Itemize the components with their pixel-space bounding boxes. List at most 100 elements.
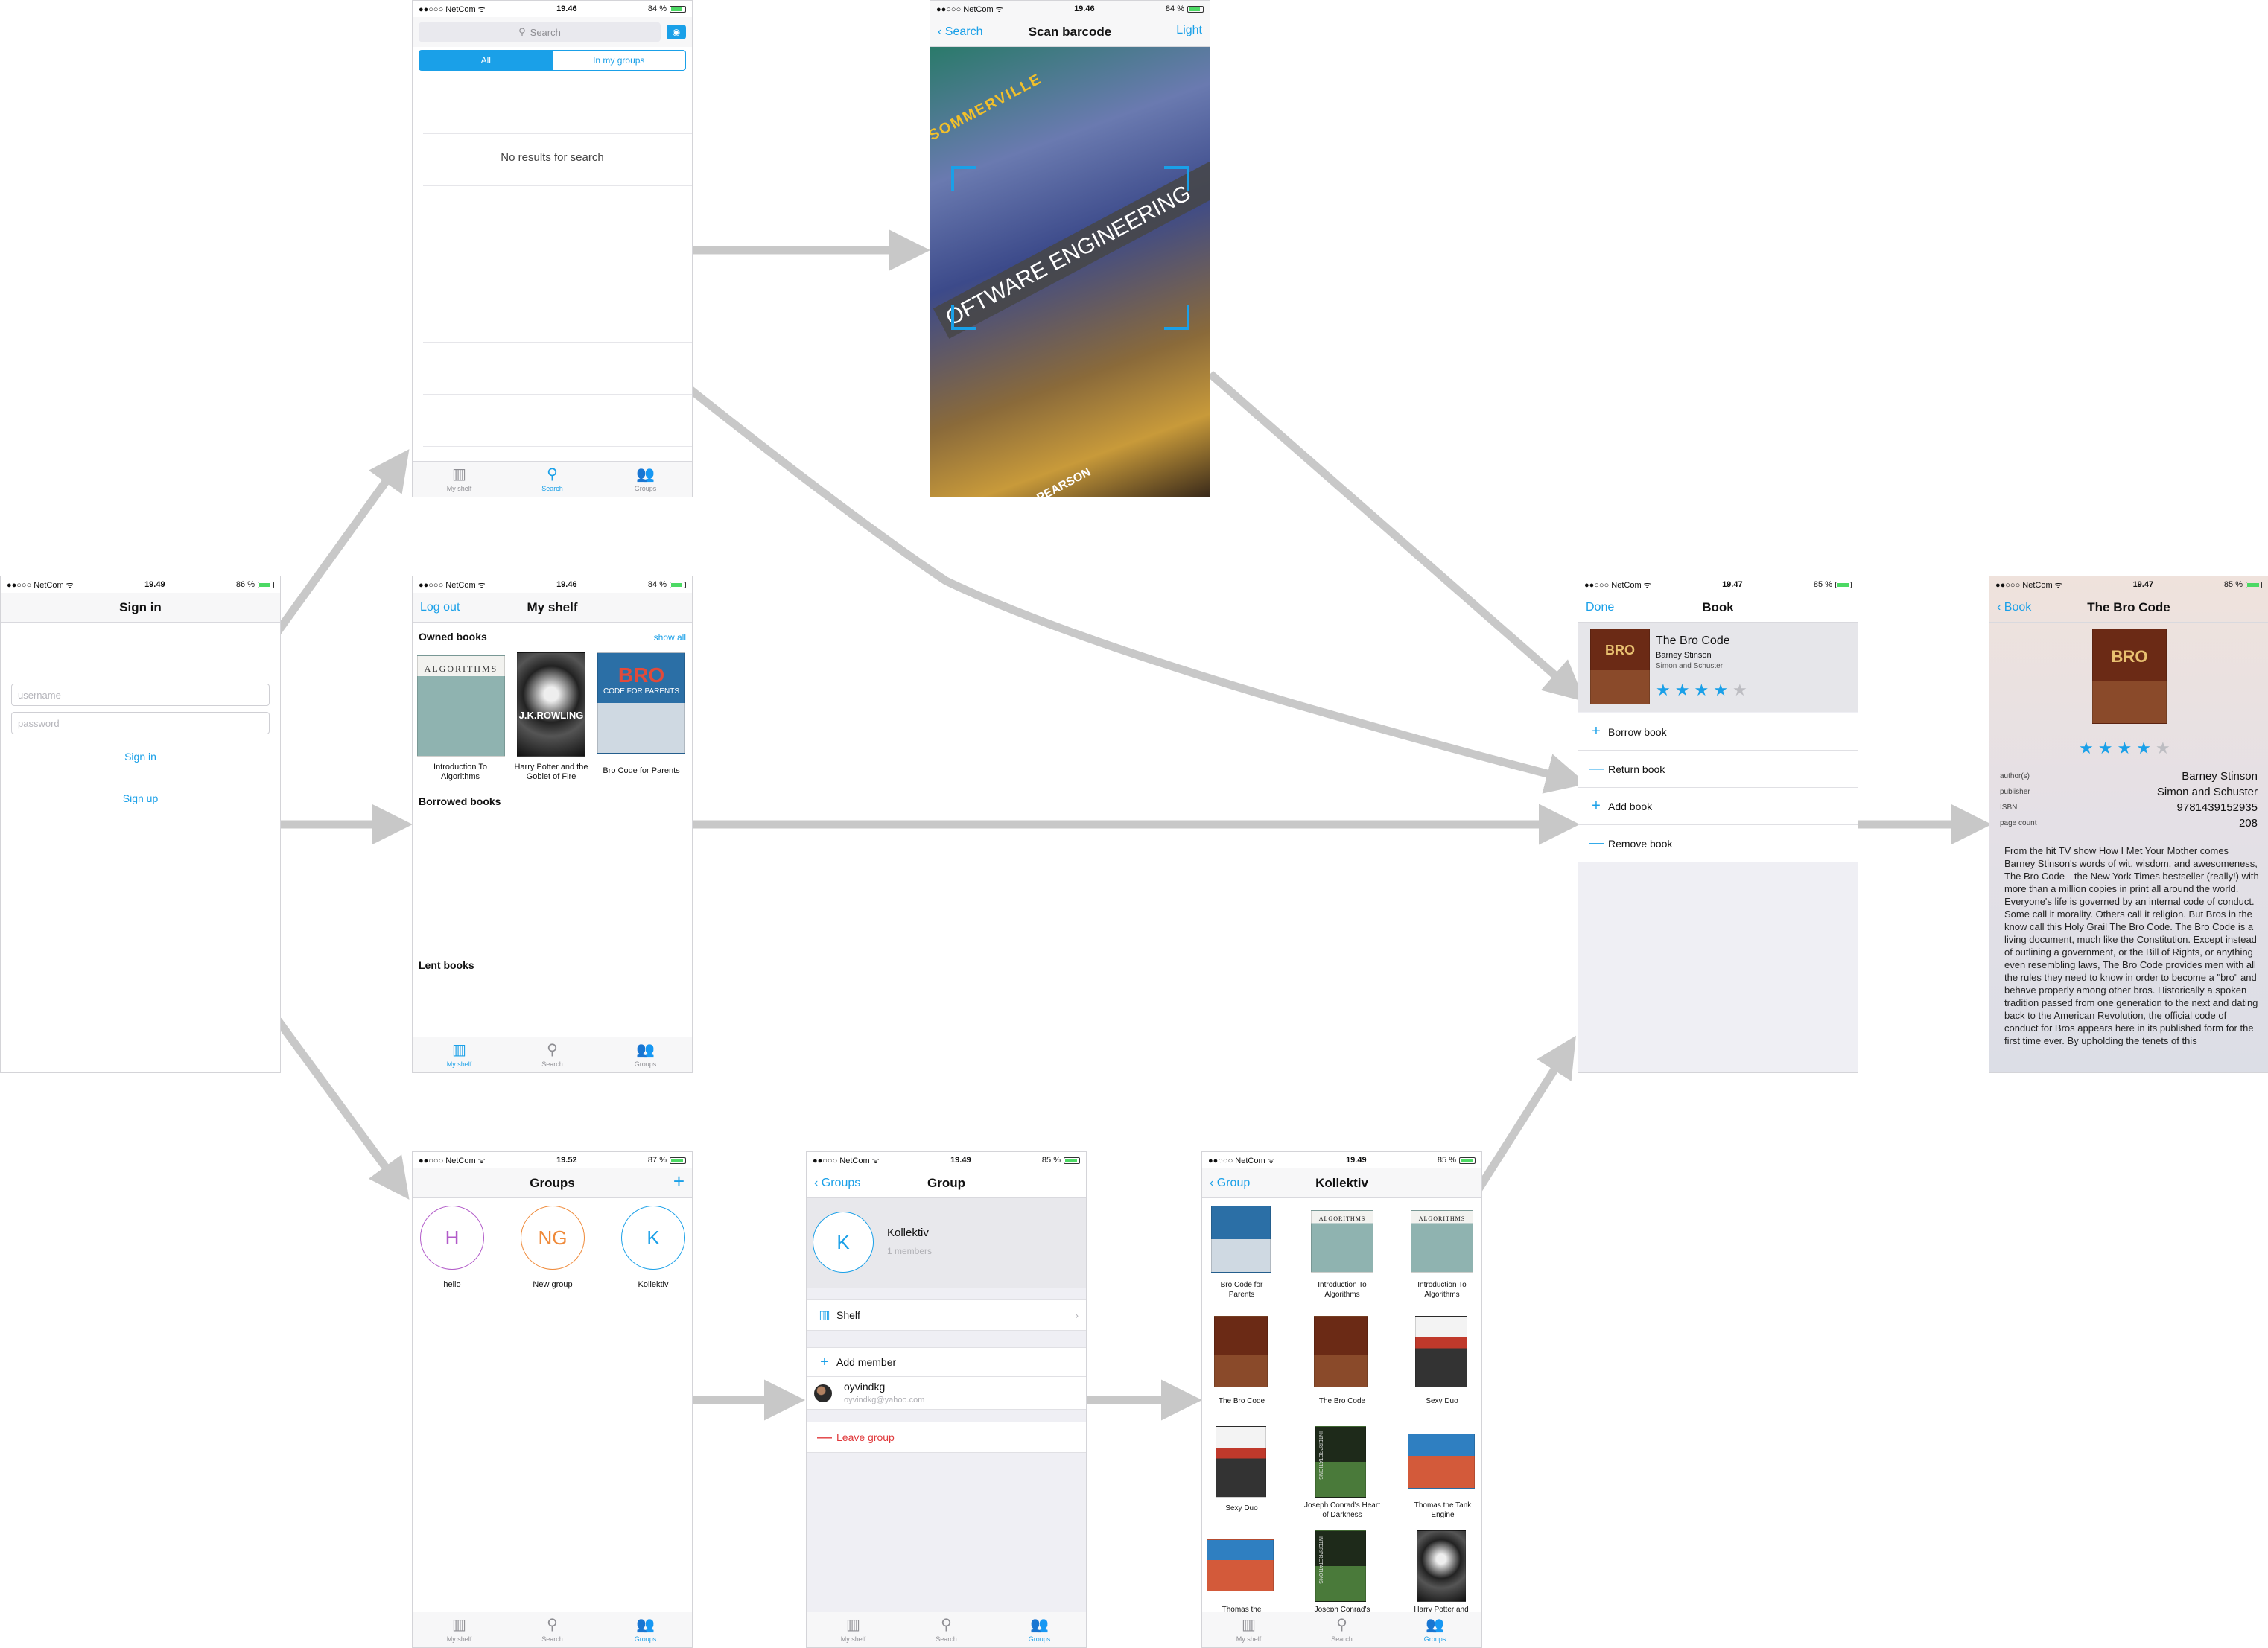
tab-my-shelf[interactable]: ▥ My shelf xyxy=(413,462,506,497)
borrow-book-button[interactable]: + Borrow book xyxy=(1578,713,1858,751)
segment-in-my-groups[interactable]: In my groups xyxy=(553,51,686,70)
camera-icon[interactable]: ◉ xyxy=(667,25,686,39)
star-icon: ★ xyxy=(1656,681,1675,699)
book-cover[interactable]: INTERPRETATIONS xyxy=(1315,1530,1366,1602)
group-avatar[interactable]: NG xyxy=(521,1206,585,1270)
tab-my-shelf[interactable]: ▥ My shelf xyxy=(413,1612,506,1647)
signin-button[interactable]: Sign in xyxy=(1,751,280,763)
book-cover[interactable] xyxy=(1207,1539,1274,1591)
book-cover[interactable]: ALGORITHMS xyxy=(1311,1210,1373,1273)
show-all-link[interactable]: show all xyxy=(654,632,686,643)
book-name: The Bro Code xyxy=(1656,634,1730,647)
search-screen: ●●○○○ NetCom ᯤ 19.46 84 % ⚲ Search ◉ All In… xyxy=(412,0,693,497)
empty-state-label: No results for search xyxy=(501,151,604,164)
book-title: Bro Code for Parents xyxy=(1220,1281,1263,1299)
book-cover[interactable]: ALGORITHMS xyxy=(417,655,505,757)
book-cover[interactable]: BRO CODE FOR PARENTS xyxy=(597,652,685,754)
done-button[interactable]: Done xyxy=(1586,601,1614,614)
book-cover[interactable] xyxy=(1314,1316,1368,1387)
back-button[interactable]: ‹ Groups xyxy=(814,1177,860,1190)
people-icon: 👥 xyxy=(636,1616,655,1633)
page-count-key: page count xyxy=(2000,819,2037,827)
nav-bar: ‹ Groups Group xyxy=(807,1168,1086,1198)
logout-button[interactable]: Log out xyxy=(420,601,460,614)
scope-segmented-control: All In my groups xyxy=(419,50,686,71)
star-icon: ★ xyxy=(2155,739,2175,757)
nav-bar: Groups + xyxy=(413,1168,692,1198)
page-title: Kollektiv xyxy=(1315,1175,1368,1190)
page-count-value: 208 xyxy=(2238,817,2258,830)
people-icon: 👥 xyxy=(636,465,655,483)
arrow-signin-to-search xyxy=(274,449,410,634)
status-bar: ●●○○○ NetCom ᯤ 19.47 85 % xyxy=(1578,576,1858,593)
remove-book-button[interactable]: — Remove book xyxy=(1578,825,1858,862)
scan-screen: ●●○○○ NetCom ᯤ 19.46 84 % ‹ Search Scan ba… xyxy=(930,0,1210,497)
tab-search[interactable]: ⚲ Search xyxy=(506,1037,599,1072)
arrow-signin-to-groups xyxy=(274,1017,410,1200)
page-title: My shelf xyxy=(527,599,578,614)
signup-button[interactable]: Sign up xyxy=(1,792,280,804)
publisher-key: publisher xyxy=(2000,788,2030,796)
book-title: The Bro Code xyxy=(1218,1397,1265,1405)
lent-books-header: Lent books xyxy=(419,959,474,971)
segment-all[interactable]: All xyxy=(419,51,553,70)
tab-bar: ▥ My shelf ⚲ Search 👥 Groups xyxy=(807,1612,1086,1647)
add-book-button[interactable]: + Add book xyxy=(1578,788,1858,825)
group-avatar[interactable]: H xyxy=(420,1206,484,1270)
arrow-scan-to-book xyxy=(1207,370,1586,702)
tab-groups[interactable]: 👥 Groups xyxy=(599,1037,692,1072)
book-cover[interactable] xyxy=(1415,1316,1467,1387)
tab-search[interactable]: ⚲ Search xyxy=(1295,1612,1388,1647)
cover-title: INTERPRETATIONS xyxy=(1318,1431,1323,1480)
search-input[interactable]: ⚲ Search xyxy=(419,22,661,42)
book-cover[interactable]: INTERPRETATIONS xyxy=(1315,1426,1366,1498)
book-cover[interactable]: J.K.ROWLING xyxy=(517,652,585,757)
member-row[interactable]: oyvindkg oyvindkg@yahoo.com xyxy=(807,1377,1086,1410)
cover-title: J.K.ROWLING xyxy=(518,710,584,721)
status-bar: ●●○○○ NetCom ᯤ 19.49 85 % xyxy=(1202,1152,1481,1168)
tab-groups[interactable]: 👥 Groups xyxy=(599,462,692,497)
book-cover[interactable] xyxy=(1417,1530,1466,1602)
group-avatar[interactable]: K xyxy=(621,1206,685,1270)
back-button[interactable]: ‹ Search xyxy=(938,25,982,39)
light-button[interactable]: Light xyxy=(1176,24,1202,37)
author-key: author(s) xyxy=(2000,772,2030,780)
books-icon: ▥ xyxy=(452,1041,466,1058)
status-bar: ●●○○○ NetCom ᯤ 19.46 84 % xyxy=(413,576,692,593)
add-group-button[interactable]: + xyxy=(673,1170,684,1193)
tab-search[interactable]: ⚲ Search xyxy=(506,462,599,497)
nav-bar: ‹ Group Kollektiv xyxy=(1202,1168,1481,1198)
plus-icon: + xyxy=(820,1353,829,1370)
shelf-row[interactable]: ▥ Shelf › xyxy=(807,1299,1086,1331)
tab-groups[interactable]: 👥 Groups xyxy=(1388,1612,1481,1647)
back-button[interactable]: ‹ Group xyxy=(1210,1177,1250,1190)
status-bar: ●●○○○ NetCom ᯤ 19.46 84 % xyxy=(930,1,1210,17)
username-field[interactable]: username xyxy=(11,684,270,706)
tab-my-shelf[interactable]: ▥ My shelf xyxy=(807,1612,900,1647)
back-button[interactable]: ‹ Book xyxy=(1997,601,2031,614)
book-cover[interactable] xyxy=(1211,1206,1271,1273)
return-book-button[interactable]: — Return book xyxy=(1578,751,1858,788)
book-cover[interactable] xyxy=(1216,1426,1266,1498)
book-cover[interactable]: ALGORITHMS xyxy=(1411,1210,1473,1273)
tab-groups[interactable]: 👥 Groups xyxy=(993,1612,1086,1647)
tab-my-shelf[interactable]: ▥ My shelf xyxy=(413,1037,506,1072)
add-member-button[interactable]: + Add member xyxy=(807,1347,1086,1377)
star-icon: ★ xyxy=(1713,681,1732,699)
nav-bar: Done Book xyxy=(1578,593,1858,623)
tab-search[interactable]: ⚲ Search xyxy=(506,1612,599,1647)
tab-search[interactable]: ⚲ Search xyxy=(900,1612,993,1647)
book-cover[interactable] xyxy=(1408,1434,1475,1489)
tab-my-shelf[interactable]: ▥ My shelf xyxy=(1202,1612,1295,1647)
leave-group-button[interactable]: — Leave group xyxy=(807,1422,1086,1453)
book-screen: ●●○○○ NetCom ᯤ 19.47 85 % Done Book BRO Th… xyxy=(1578,576,1858,1073)
book-cover[interactable] xyxy=(1214,1316,1268,1387)
member-name: oyvindkg xyxy=(844,1381,886,1393)
tab-groups[interactable]: 👥 Groups xyxy=(599,1612,692,1647)
star-icon: ★ xyxy=(1694,681,1714,699)
group-name: hello xyxy=(443,1280,461,1289)
password-field[interactable]: password xyxy=(11,712,270,734)
search-icon: ⚲ xyxy=(547,1616,558,1633)
books-icon: ▥ xyxy=(452,465,466,483)
book-title: Sexy Duo xyxy=(1426,1397,1458,1405)
